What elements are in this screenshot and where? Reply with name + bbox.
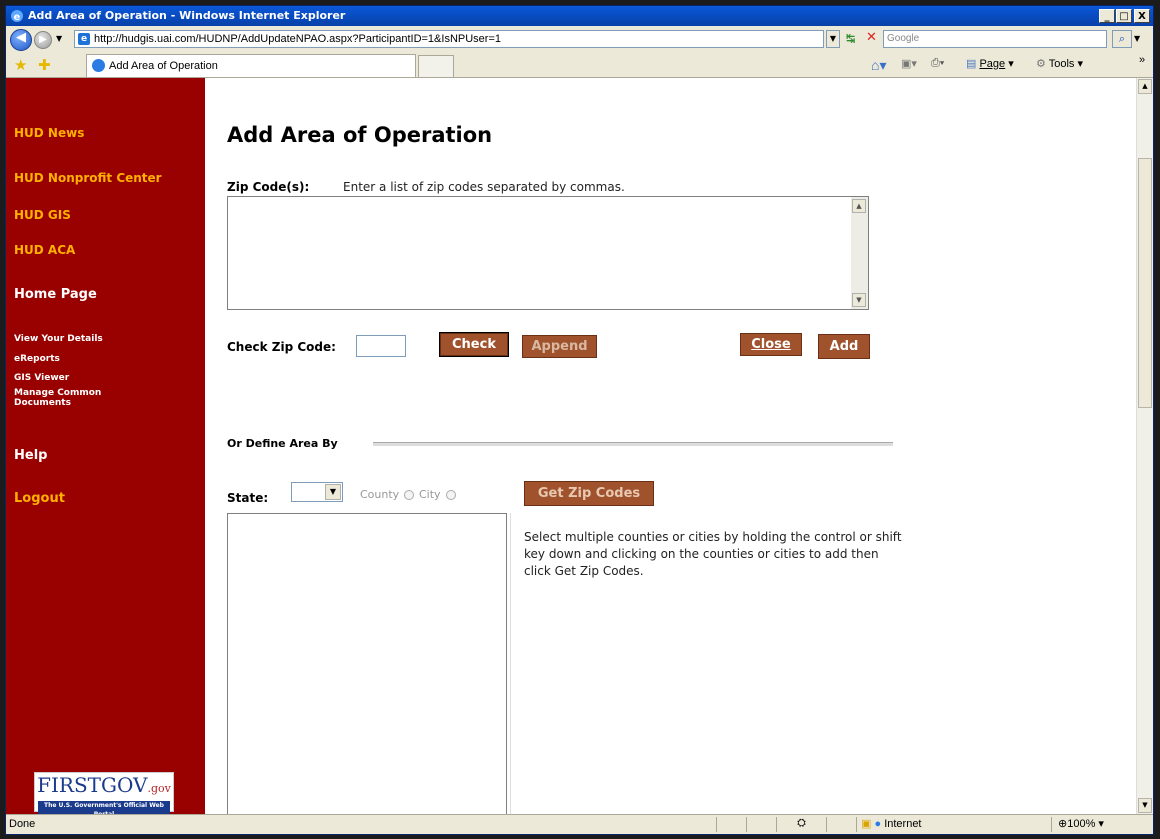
status-cell	[716, 817, 746, 832]
close-window-button[interactable]: X	[1134, 9, 1150, 23]
define-area-label: Or Define Area By	[227, 437, 338, 450]
svg-text:e: e	[14, 12, 21, 23]
tab-bar: ★ ✚ Add Area of Operation ⌂▾ ▣▾ ⎙▾ ▤ Pag…	[6, 52, 1153, 78]
sidebar-link-home-page[interactable]: Home Page	[14, 287, 97, 302]
textarea-scroll-up-icon[interactable]: ▲	[852, 199, 866, 213]
sidebar-link-hud-nonprofit-center[interactable]: HUD Nonprofit Center	[14, 171, 162, 185]
zoom-control[interactable]: ⊕100% ▾	[1051, 817, 1151, 832]
sidebar-link-view-your-details[interactable]: View Your Details	[14, 334, 103, 344]
minimize-button[interactable]: _	[1099, 9, 1115, 23]
print-icon[interactable]: ⎙▾	[931, 57, 944, 70]
firstgov-logo-text: FIRSTGOV	[37, 773, 148, 797]
window-title: Add Area of Operation - Windows Internet…	[28, 9, 346, 22]
sidebar-link-hud-gis[interactable]: HUD GIS	[14, 208, 71, 222]
state-label: State:	[227, 491, 269, 505]
textarea-scrollbar[interactable]: ▲ ▼	[851, 197, 868, 309]
page-scroll-down-icon[interactable]: ▼	[1138, 798, 1152, 813]
page-menu-icon: ▤	[966, 58, 977, 70]
tools-menu-label: Tools	[1048, 58, 1075, 70]
define-area-divider	[373, 442, 893, 447]
zip-codes-textarea[interactable]: ▲ ▼	[227, 196, 869, 310]
new-tab-button[interactable]	[418, 55, 454, 77]
check-zip-code-label: Check Zip Code:	[227, 340, 336, 354]
add-button[interactable]: Add	[818, 334, 870, 359]
sidebar: HUD News HUD Nonprofit Center HUD GIS HU…	[6, 78, 205, 814]
status-text: Done	[9, 818, 36, 830]
search-options-dropdown-icon[interactable]: ▼	[1134, 30, 1148, 48]
protected-mode-icon: ▣	[861, 818, 872, 830]
state-dropdown-arrow-icon: ▼	[325, 484, 341, 500]
address-dropdown-button[interactable]: ▼	[826, 30, 840, 48]
state-select[interactable]: ▼	[291, 482, 343, 502]
county-city-listbox[interactable]	[227, 513, 507, 814]
feeds-icon[interactable]: ▣▾	[901, 57, 917, 70]
refresh-icon[interactable]: ↹	[846, 32, 862, 46]
status-cell	[826, 817, 856, 832]
county-label: County	[360, 488, 400, 501]
page-scroll-up-icon[interactable]: ▲	[1138, 79, 1152, 94]
sidebar-link-logout[interactable]: Logout	[14, 491, 65, 506]
page-scroll-thumb[interactable]	[1138, 158, 1152, 408]
stop-icon[interactable]: ✕	[866, 31, 880, 45]
sidebar-link-hud-news[interactable]: HUD News	[14, 126, 84, 140]
page-scrollbar[interactable]: ▲ ▼	[1136, 78, 1153, 814]
page-favicon-icon: e	[78, 33, 90, 45]
ie-logo-icon: e	[11, 10, 23, 23]
status-bar: Done ⛭ ▣ ● Internet ⊕100% ▾	[6, 814, 1153, 834]
internet-zone-icon: ●	[874, 818, 882, 830]
back-button[interactable]: ◀	[10, 29, 32, 51]
favorites-star-icon[interactable]: ★	[14, 56, 27, 74]
toolbar-overflow-chevron[interactable]: »	[1139, 54, 1145, 66]
forward-button[interactable]: ▶	[34, 31, 52, 49]
zip-codes-label: Zip Code(s):	[227, 180, 310, 194]
page-content: HUD News HUD Nonprofit Center HUD GIS HU…	[6, 78, 1136, 814]
recent-pages-dropdown-icon[interactable]: ▼	[56, 34, 62, 43]
zoom-icon: ⊕	[1058, 818, 1068, 830]
page-menu[interactable]: ▤ Page ▾	[966, 57, 1014, 70]
check-button[interactable]: Check	[439, 332, 509, 357]
sidebar-link-manage-common-documents[interactable]: Manage Common Documents	[14, 388, 134, 408]
sidebar-link-hud-aca[interactable]: HUD ACA	[14, 243, 75, 257]
textarea-scroll-down-icon[interactable]: ▼	[852, 293, 866, 307]
address-url: http://hudgis.uai.com/HUDNP/AddUpdateNPA…	[94, 33, 501, 45]
selection-instructions: Select multiple counties or cities by ho…	[524, 530, 902, 578]
home-icon[interactable]: ⌂▾	[871, 57, 886, 74]
sidebar-link-gis-viewer[interactable]: GIS Viewer	[14, 373, 69, 383]
search-input[interactable]: Google	[883, 30, 1107, 48]
close-button[interactable]: Close	[740, 333, 802, 356]
firstgov-logo[interactable]: FIRSTGOV.gov The U.S. Government's Offic…	[34, 772, 174, 814]
vertical-divider	[510, 513, 511, 814]
navigation-bar: ◀ ▶ ▼ e http://hudgis.uai.com/HUDNP/AddUp…	[6, 26, 1153, 52]
add-to-favorites-icon[interactable]: ✚	[38, 56, 51, 74]
status-cell	[746, 817, 776, 832]
zip-codes-hint: Enter a list of zip codes separated by c…	[343, 180, 625, 194]
sidebar-link-help[interactable]: Help	[14, 448, 47, 463]
city-radio[interactable]	[446, 490, 456, 500]
tab-favicon-icon	[92, 59, 105, 72]
county-radio[interactable]	[404, 490, 414, 500]
maximize-button[interactable]: □	[1116, 9, 1132, 23]
page-menu-label: Page	[979, 58, 1006, 70]
zoom-level: 100%	[1067, 818, 1096, 830]
get-zip-codes-button[interactable]: Get Zip Codes	[524, 481, 654, 506]
main-form: Add Area of Operation Zip Code(s): Enter…	[205, 78, 1136, 814]
privacy-icon[interactable]: ⛭	[776, 817, 826, 832]
firstgov-logo-suffix: .gov	[147, 782, 171, 795]
page-title: Add Area of Operation	[227, 123, 493, 147]
tools-menu[interactable]: ⚙ Tools ▾	[1036, 57, 1083, 70]
check-zip-code-input[interactable]	[356, 335, 406, 357]
tab-label: Add Area of Operation	[109, 60, 218, 72]
firstgov-tagline: The U.S. Government's Official Web Porta…	[38, 801, 170, 814]
security-zone[interactable]: ▣ ● Internet	[856, 817, 1046, 832]
title-bar: e Add Area of Operation - Windows Intern…	[6, 6, 1153, 26]
tab-active[interactable]: Add Area of Operation	[86, 54, 416, 77]
city-label: City	[419, 488, 441, 501]
zone-label: Internet	[884, 818, 922, 830]
sidebar-link-ereports[interactable]: eReports	[14, 354, 60, 364]
address-bar[interactable]: e http://hudgis.uai.com/HUDNP/AddUpdateNP…	[74, 30, 824, 48]
browser-window: e Add Area of Operation - Windows Intern…	[5, 5, 1154, 835]
append-button[interactable]: Append	[522, 335, 597, 358]
tools-gear-icon: ⚙	[1036, 58, 1046, 70]
search-icon[interactable]: ⌕	[1112, 30, 1132, 48]
